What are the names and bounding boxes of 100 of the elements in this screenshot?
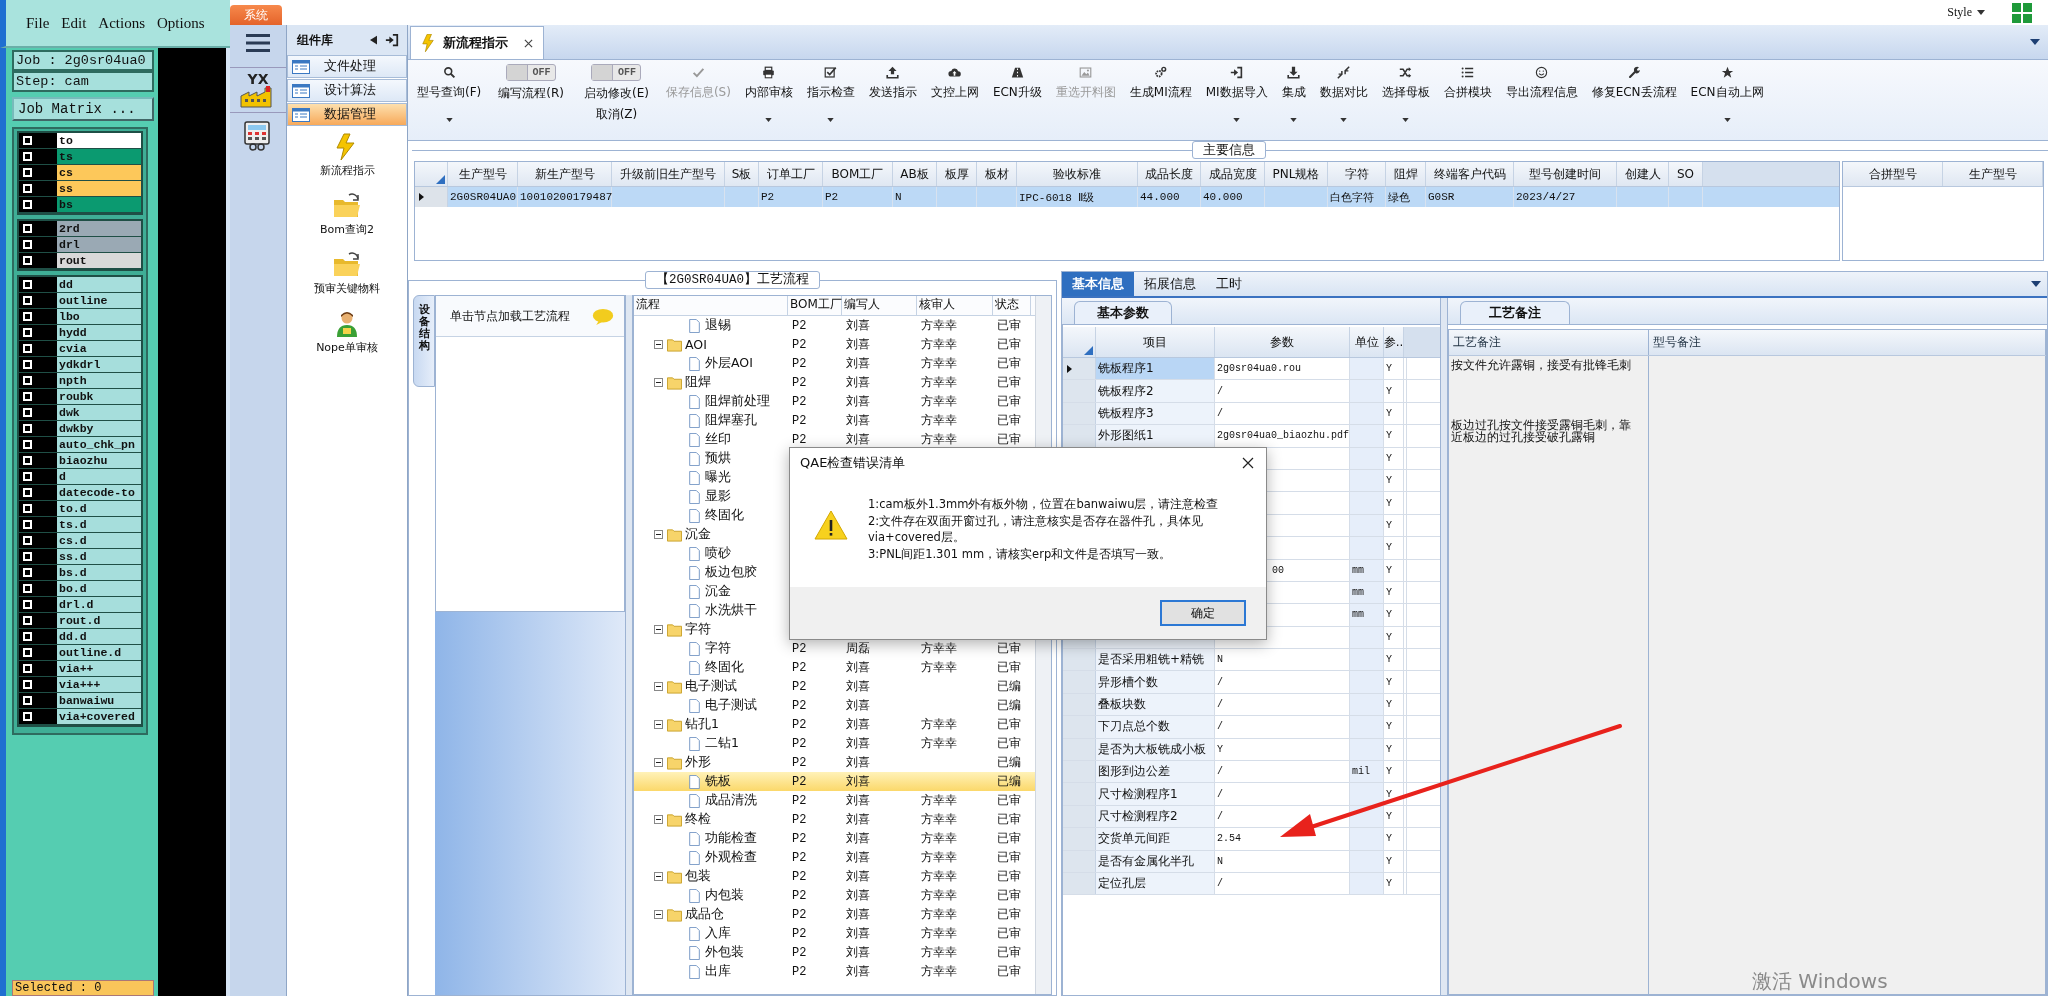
table-cell: 已审	[997, 394, 1021, 408]
table-cell: 方幸幸	[921, 356, 957, 370]
table-cell: 方幸幸	[921, 945, 957, 959]
table-cell: 方幸幸	[921, 812, 957, 826]
node-label: 字符	[685, 621, 711, 638]
table-cell: Y	[1386, 788, 1392, 800]
table-cell: 方幸幸	[921, 964, 957, 978]
table-cell: Y	[1386, 587, 1392, 599]
node-label: 终固化	[705, 507, 744, 524]
table-cell: 刘喜	[846, 888, 870, 902]
table-cell: 已审	[997, 736, 1021, 750]
table-cell: 刘喜	[846, 679, 870, 693]
table-cell: 刘喜	[846, 660, 870, 674]
logo-text: YX	[247, 72, 269, 86]
table-cell: mm	[1352, 609, 1364, 621]
node-label: 二钻1	[705, 735, 739, 752]
table-cell-text: IPC-6018 Ⅱ级	[1019, 190, 1095, 205]
node-label: 水洗烘干	[705, 602, 757, 619]
table-cell: 已审	[997, 432, 1021, 446]
table-cell: /	[1217, 811, 1223, 822]
table-cell: Y	[1386, 475, 1392, 487]
toggle-label: 取消(Z)	[595, 106, 638, 123]
table-cell: Y	[1386, 855, 1392, 867]
table-cell: 刘喜	[846, 375, 870, 389]
table-cell-text: 绿色	[1388, 190, 1410, 205]
table-cell: 方幸幸	[921, 907, 957, 921]
table-cell: 刘喜	[846, 907, 870, 921]
table-cell: 定位孔层	[1098, 875, 1146, 893]
table-cell: P2	[792, 698, 807, 713]
table-cell: P2	[792, 375, 807, 390]
node-label: 电子测试	[685, 678, 737, 695]
table-cell: Y	[1386, 811, 1392, 822]
table-cell: 刘喜	[846, 318, 870, 332]
table-cell: 已编	[997, 755, 1021, 769]
table-cell: 刘喜	[846, 793, 870, 807]
table-cell: 铣板程序1	[1098, 360, 1154, 378]
table-cell: 方幸幸	[921, 926, 957, 940]
node-label: 字符	[705, 640, 731, 657]
table-cell: /	[1217, 788, 1223, 800]
group-title: 【2G0SR04UA0】工艺流程	[645, 271, 820, 289]
node-label: 退锡	[705, 317, 731, 334]
table-cell: 是否有金属化半孔	[1098, 852, 1194, 870]
table-cell: 叠板块数	[1098, 696, 1146, 714]
table-cell: 44.000	[1140, 191, 1180, 203]
table-cell: /	[1217, 766, 1223, 778]
table-cell: Y	[1386, 430, 1392, 442]
node-label: 阻焊前处理	[705, 393, 770, 410]
node-label: 入库	[705, 925, 731, 942]
table-cell: P2	[792, 850, 807, 865]
node-label: 显影	[705, 488, 731, 505]
node-label: 沉金	[705, 583, 731, 600]
node-label: 外形	[685, 754, 711, 771]
table-cell: 00	[1272, 564, 1284, 576]
table-cell: 方幸幸	[921, 413, 957, 427]
table-cell: N	[1217, 855, 1223, 867]
table-cell: 已审	[997, 375, 1021, 389]
table-cell: 刘喜	[846, 394, 870, 408]
table-cell: 方幸幸	[921, 831, 957, 845]
table-cell: 方幸幸	[921, 736, 957, 750]
node-label: 阻焊塞孔	[705, 412, 757, 429]
table-cell: 是否为大板铣成小板	[1098, 740, 1206, 758]
table-cell: Y	[1386, 609, 1392, 621]
table-cell: Y	[1386, 721, 1392, 733]
table-cell: P2	[792, 679, 807, 694]
node-label: 终固化	[705, 659, 744, 676]
toggle-label: 启动修改(E)	[583, 85, 649, 102]
group-title: 主要信息	[1192, 141, 1266, 159]
activation-watermark: 激活 Windows	[1752, 968, 1888, 995]
table-cell: 刘喜	[846, 717, 870, 731]
node-label: 功能检查	[705, 830, 757, 847]
node-label: 包装	[685, 868, 711, 885]
node-label: 出库	[705, 963, 731, 980]
table-cell: 已审	[997, 850, 1021, 864]
table-cell: 外形图纸1	[1098, 427, 1154, 445]
table-cell: Y	[1217, 743, 1223, 755]
node-label: 沉金	[685, 526, 711, 543]
node-label: 板边包胶	[705, 564, 757, 581]
table-cell: P2	[792, 432, 807, 447]
table-cell: Y	[1386, 833, 1392, 845]
table-cell: 已审	[997, 926, 1021, 940]
table-cell: 尺寸检测程序2	[1098, 808, 1178, 825]
node-label: 外观检查	[705, 849, 757, 866]
table-cell: 方幸幸	[921, 793, 957, 807]
table-cell: mm	[1352, 564, 1364, 576]
node-label: AOI	[685, 337, 707, 352]
table-cell: /	[1217, 385, 1223, 397]
table-cell: 已编	[997, 679, 1021, 693]
table-cell: Y	[1386, 676, 1392, 688]
table-cell: /	[1217, 676, 1223, 688]
message-text: 3:PNL间距1.301 mm，请核实erp和文件是否填写一致。	[868, 545, 1173, 562]
node-label: 阻焊	[685, 374, 711, 391]
table-cell: Y	[1386, 452, 1392, 464]
table-cell: 已审	[997, 869, 1021, 883]
table-cell: 方幸幸	[921, 717, 957, 731]
table-cell: P2	[792, 888, 807, 903]
table-cell: P2	[792, 394, 807, 409]
table-cell: 铣板程序2	[1098, 382, 1154, 400]
table-cell: 尺寸检测程序1	[1098, 785, 1178, 803]
table-cell: /	[1217, 878, 1223, 890]
table-cell: mm	[1352, 587, 1364, 599]
